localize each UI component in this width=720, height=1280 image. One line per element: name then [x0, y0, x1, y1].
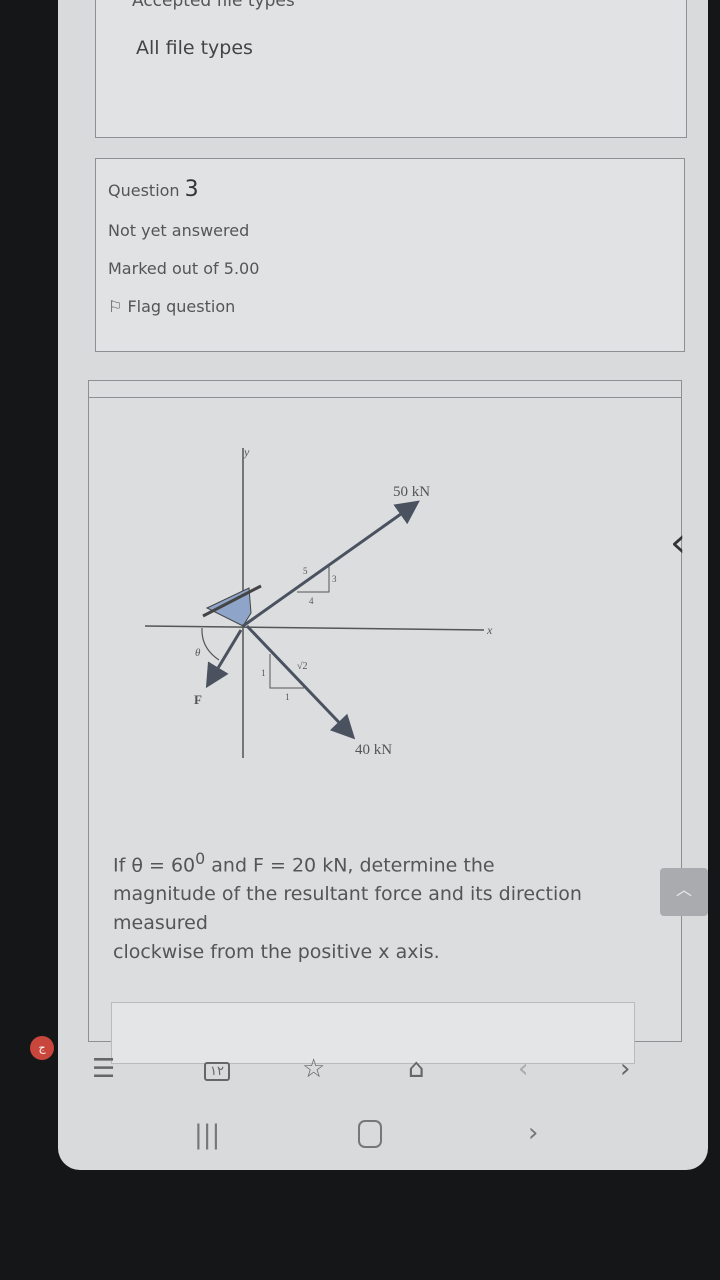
- svg-text:1: 1: [261, 668, 266, 678]
- back-icon[interactable]: ‹: [518, 1054, 528, 1084]
- recents-icon[interactable]: |||: [194, 1120, 220, 1150]
- phone-screen: Accepted file types All file types Quest…: [58, 0, 708, 1170]
- notification-badge: ج: [30, 1036, 54, 1060]
- question-status: Not yet answered: [108, 221, 250, 240]
- svg-text:1: 1: [285, 692, 290, 702]
- force-diagram: y x 50 kN 40 kN F θ 5 3 4 √2 1 1: [144, 445, 493, 758]
- flag-question-link[interactable]: ⚐ Flag question: [108, 297, 235, 316]
- scroll-to-top-button[interactable]: ︿: [660, 868, 708, 916]
- question-number: Question 3: [108, 177, 199, 202]
- system-back-icon[interactable]: ›: [528, 1118, 538, 1148]
- system-home-icon[interactable]: [358, 1120, 382, 1148]
- force-50kn-label: 50 kN: [393, 484, 430, 500]
- question-info: Question 3 Not yet answered Marked out o…: [95, 158, 685, 352]
- home-icon[interactable]: ⌂: [408, 1054, 425, 1084]
- svg-text:√2: √2: [297, 661, 308, 672]
- question-content: y x 50 kN 40 kN F θ 5 3 4 √2 1 1 If θ = …: [88, 380, 682, 1064]
- angle-label: θ: [195, 647, 201, 659]
- browser-toolbar: ☰ ١٢ ☆ ⌂ ‹ ›: [58, 1040, 708, 1100]
- svg-text:5: 5: [303, 566, 308, 576]
- bookmarks-icon[interactable]: ☆: [302, 1054, 325, 1084]
- force-40kn-arrow: [245, 624, 356, 740]
- system-nav-bar: ||| ›: [58, 1110, 708, 1160]
- tabs-icon[interactable]: ١٢: [204, 1062, 230, 1081]
- accepted-file-types-heading: Accepted file types: [132, 0, 295, 11]
- accepted-file-types-value: All file types: [136, 37, 253, 59]
- x-axis: [144, 625, 485, 631]
- accepted-file-types-card: Accepted file types All file types: [95, 0, 687, 138]
- menu-icon[interactable]: ☰: [92, 1054, 115, 1084]
- side-panel-chevron-icon[interactable]: ‹: [670, 520, 686, 566]
- svg-text:4: 4: [309, 596, 314, 606]
- force-f-label: F: [194, 692, 202, 707]
- x-axis-label: x: [486, 623, 493, 637]
- forward-icon[interactable]: ›: [620, 1054, 630, 1084]
- force-50kn-arrow: [242, 500, 420, 628]
- question-text: If θ = 600 and F = 20 kN, determine the …: [113, 849, 582, 964]
- question-marks: Marked out of 5.00: [108, 259, 260, 278]
- svg-text:3: 3: [332, 574, 337, 584]
- force-40kn-label: 40 kN: [355, 742, 392, 758]
- y-axis-label: y: [243, 445, 250, 459]
- flag-icon: ⚐: [108, 297, 123, 316]
